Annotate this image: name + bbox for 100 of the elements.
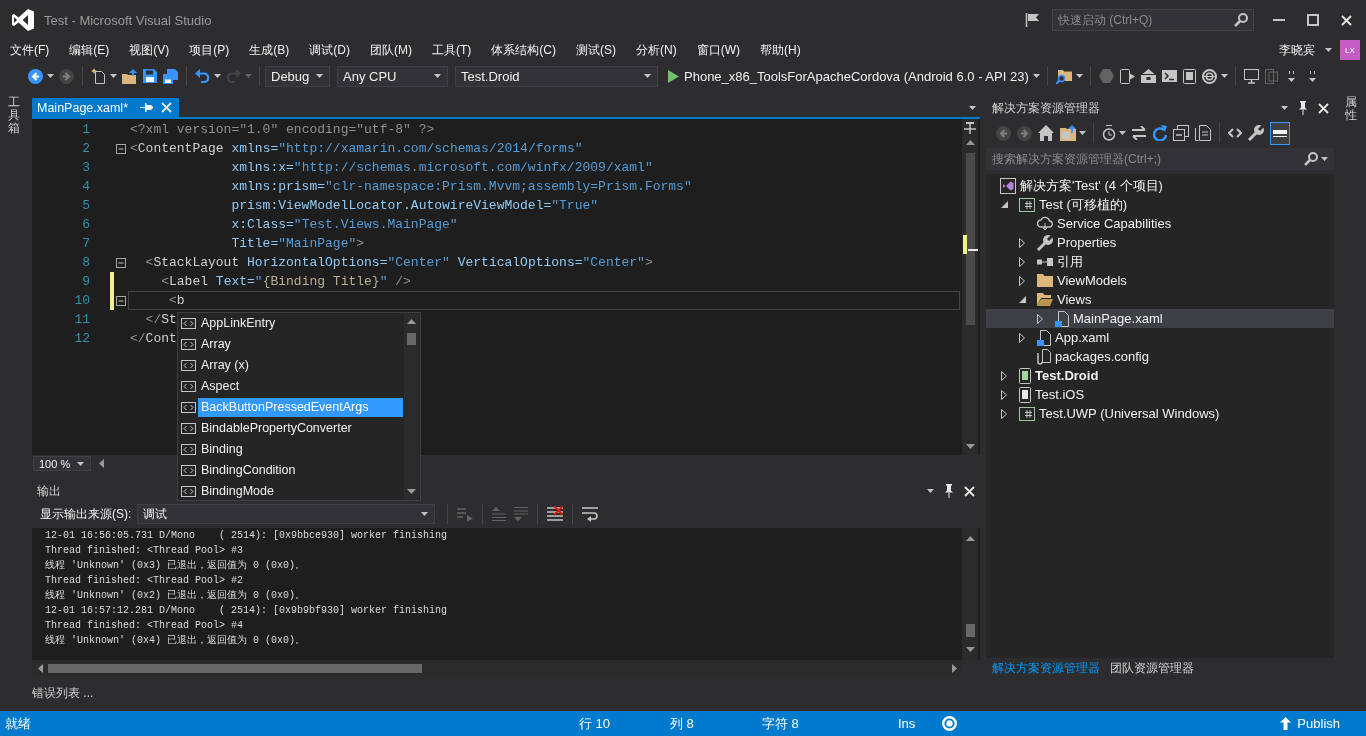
tree-item[interactable]: Test (可移植的): [986, 195, 1334, 214]
quick-launch-field[interactable]: 快速启动 (Ctrl+Q): [1052, 9, 1254, 31]
scrollbar-thumb[interactable]: [965, 624, 975, 637]
completion-item[interactable]: Binding: [198, 440, 403, 459]
collapse-icon[interactable]: [116, 143, 126, 154]
home-icon[interactable]: [1038, 125, 1054, 141]
collapse-icon[interactable]: [116, 257, 126, 268]
completion-item[interactable]: AppLinkEntry: [198, 314, 403, 333]
account-avatar[interactable]: LX: [1340, 40, 1360, 60]
caret-icon[interactable]: [1281, 106, 1288, 110]
tree-item[interactable]: Properties: [986, 233, 1334, 252]
globe-icon[interactable]: [1201, 68, 1217, 84]
run-button[interactable]: Phone_x86_ToolsForApacheCordova (Android 6.0 - API 23): [665, 68, 1032, 84]
scroll-left-icon[interactable]: [38, 663, 43, 673]
clear-all-icon[interactable]: [547, 506, 564, 522]
scrollbar-thumb[interactable]: [965, 153, 975, 325]
menu-item[interactable]: 文件(F): [0, 40, 60, 60]
save-all-icon[interactable]: [163, 68, 178, 84]
menu-item[interactable]: 团队(M): [360, 40, 422, 60]
new-project-icon[interactable]: [91, 68, 106, 84]
menu-item[interactable]: 视图(V): [119, 40, 180, 60]
scroll-down-icon[interactable]: [965, 647, 975, 652]
tree-item[interactable]: MainPage.xaml: [986, 309, 1334, 328]
clock-icon[interactable]: [1102, 125, 1116, 141]
caret-icon[interactable]: [1321, 157, 1328, 161]
undo-icon[interactable]: [195, 69, 210, 83]
code-icon[interactable]: [1228, 128, 1242, 138]
menu-item[interactable]: 项目(P): [179, 40, 240, 60]
menu-item[interactable]: 调试(D): [299, 40, 360, 60]
back-icon[interactable]: [28, 68, 43, 84]
scroll-down-icon[interactable]: [407, 489, 416, 494]
expander-icon[interactable]: [1019, 332, 1025, 343]
preview-icon[interactable]: [1270, 121, 1290, 145]
configuration-dropdown[interactable]: Debug: [265, 65, 330, 87]
collapse-icon[interactable]: [116, 295, 126, 306]
caret-icon[interactable]: [1325, 48, 1332, 52]
expander-icon[interactable]: [1001, 370, 1007, 381]
collapse-all-icon[interactable]: [1173, 125, 1189, 141]
expander-icon[interactable]: [1001, 389, 1007, 400]
caret-icon[interactable]: [969, 105, 976, 110]
show-all-files-icon[interactable]: [1195, 125, 1211, 141]
scrollbar-thumb[interactable]: [407, 333, 416, 345]
completion-item[interactable]: BindingCondition: [198, 461, 403, 480]
scroll-up-icon[interactable]: [407, 319, 416, 324]
refresh-icon[interactable]: [1153, 125, 1167, 141]
scroll-left-icon[interactable]: [99, 459, 104, 468]
tree-item[interactable]: 引用: [986, 252, 1334, 271]
expander-icon[interactable]: [1019, 275, 1025, 286]
menu-item[interactable]: 工具(T): [422, 40, 482, 60]
startup-project-dropdown[interactable]: Test.Droid: [455, 65, 658, 87]
tree-item[interactable]: Test.UWP (Universal Windows): [986, 404, 1334, 423]
completion-item[interactable]: Array: [198, 335, 403, 354]
completion-item[interactable]: BindablePropertyConverter: [198, 419, 403, 438]
zoom-dropdown[interactable]: 100 %: [33, 456, 91, 471]
tree-item[interactable]: Service Capabilities: [986, 214, 1334, 233]
properties-tab[interactable]: 属性: [1345, 96, 1357, 123]
expander-icon[interactable]: [1037, 313, 1043, 324]
maximize-icon[interactable]: [1307, 14, 1319, 26]
overflow-icon[interactable]: [1287, 70, 1295, 82]
console-icon[interactable]: [1161, 70, 1177, 82]
switch-views-icon[interactable]: [1060, 125, 1076, 141]
scroll-down-icon[interactable]: [965, 444, 975, 449]
caret-icon[interactable]: [110, 74, 117, 78]
caret-icon[interactable]: [1032, 74, 1040, 78]
menu-item[interactable]: 窗口(W): [686, 40, 750, 60]
pin-icon[interactable]: [944, 484, 954, 498]
tree-item[interactable]: 解决方案'Test' (4 个项目): [986, 176, 1334, 195]
find-in-files-icon[interactable]: [1055, 68, 1072, 84]
tree-item[interactable]: Test.iOS: [986, 385, 1334, 404]
tablet-icon[interactable]: [1182, 68, 1196, 84]
expander-icon[interactable]: [1001, 201, 1008, 208]
search-field[interactable]: 搜索解决方案资源管理器(Ctrl+;): [986, 148, 1334, 170]
tree-item[interactable]: App.xaml: [986, 328, 1334, 347]
platform-dropdown[interactable]: Any CPU: [337, 65, 448, 87]
menu-item[interactable]: 测试(S): [566, 40, 626, 60]
search-icon[interactable]: [1304, 152, 1318, 166]
output-source-dropdown[interactable]: 调试: [137, 504, 436, 524]
monitor-icon[interactable]: [1243, 68, 1259, 84]
publish-button[interactable]: Publish: [1280, 716, 1340, 731]
scroll-right-icon[interactable]: [952, 663, 957, 673]
menu-item[interactable]: 分析(N): [626, 40, 687, 60]
pin-icon[interactable]: [1298, 101, 1308, 115]
close-icon[interactable]: [1318, 102, 1329, 114]
caret-icon[interactable]: [214, 74, 221, 78]
caret-icon[interactable]: [1220, 74, 1228, 78]
completion-item[interactable]: Aspect: [198, 377, 403, 396]
caret-icon[interactable]: [47, 74, 54, 78]
toolbox-tab[interactable]: 工具箱: [8, 96, 20, 136]
caret-icon[interactable]: [1079, 131, 1086, 135]
caret-icon[interactable]: [1075, 74, 1083, 78]
caret-icon[interactable]: [927, 489, 934, 493]
word-wrap-icon[interactable]: [582, 506, 599, 522]
split-icon[interactable]: [964, 122, 976, 134]
tree-item[interactable]: ViewModels: [986, 271, 1334, 290]
menu-item[interactable]: 生成(B): [239, 40, 300, 60]
menu-item[interactable]: 帮助(H): [750, 40, 811, 60]
close-icon[interactable]: [964, 485, 975, 497]
panel-tab[interactable]: 解决方案资源管理器: [992, 659, 1100, 677]
error-list-tab[interactable]: 错误列表 ...: [32, 685, 94, 702]
scroll-up-icon[interactable]: [965, 536, 975, 541]
